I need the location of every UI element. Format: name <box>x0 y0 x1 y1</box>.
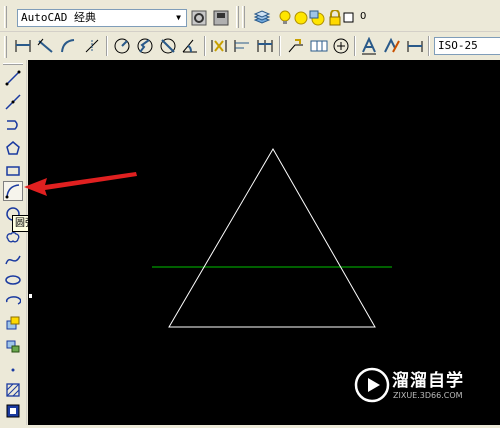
grip-point[interactable] <box>28 293 33 299</box>
dimension-style-value: ISO-25 <box>438 39 478 52</box>
aligned-dimension-icon[interactable] <box>37 37 55 55</box>
draw-toolbar <box>0 60 27 425</box>
arc-icon <box>5 184 20 199</box>
dimension-text-edit-icon[interactable] <box>383 37 401 55</box>
color-swatch-icon <box>340 9 358 27</box>
baseline-dimension-icon[interactable] <box>233 37 251 55</box>
viewport-freeze-icon[interactable] <box>308 9 326 27</box>
spline-tool-button[interactable] <box>3 250 23 270</box>
ellipse-icon <box>5 275 21 285</box>
layer-value[interactable]: 0 <box>360 11 366 22</box>
watermark-url: ZIXUE.3D66.COM <box>393 391 463 400</box>
spline-icon <box>5 255 21 265</box>
polyline-icon <box>7 120 18 130</box>
chevron-down-icon[interactable]: ▼ <box>171 10 186 26</box>
insert-block-button[interactable] <box>3 313 23 333</box>
separator <box>106 36 108 56</box>
workspace-value: AutoCAD 经典 <box>21 11 96 24</box>
polyline-tool-button[interactable] <box>3 115 23 135</box>
point-icon <box>11 368 15 372</box>
toolbar-grip[interactable] <box>242 6 245 28</box>
dimension-update-icon[interactable] <box>406 37 424 55</box>
toolbar-grip[interactable] <box>236 6 239 28</box>
quick-leader-icon[interactable] <box>287 37 305 55</box>
center-mark-icon[interactable] <box>332 37 350 55</box>
toolbar-grip[interactable] <box>3 63 23 65</box>
construction-line-button[interactable] <box>3 92 23 112</box>
dimension-edit-icon[interactable] <box>360 37 378 55</box>
separator <box>354 36 356 56</box>
diameter-dimension-icon[interactable] <box>159 37 177 55</box>
dimension-style-select[interactable]: ISO-25 <box>434 37 500 55</box>
watermark: 溜溜自学 ZIXUE.3D66.COM <box>352 358 472 412</box>
separator <box>279 36 281 56</box>
line-icon <box>5 70 21 86</box>
ordinate-dimension-icon[interactable] <box>83 37 101 55</box>
workspace-save-button[interactable] <box>212 9 230 27</box>
polygon-icon <box>6 141 20 155</box>
linear-dimension-icon[interactable] <box>14 37 32 55</box>
construction-line-icon <box>5 94 21 110</box>
play-logo-icon <box>354 367 390 403</box>
triangle[interactable] <box>168 148 376 328</box>
make-block-button[interactable] <box>3 336 23 356</box>
tolerance-icon[interactable] <box>310 37 328 55</box>
toolbar-row-2 <box>0 32 500 60</box>
watermark-title: 溜溜自学 <box>392 371 464 391</box>
ellipse-arc-icon <box>5 296 21 305</box>
gradient-icon <box>6 404 20 418</box>
continue-dimension-icon[interactable] <box>256 37 274 55</box>
angular-dimension-icon[interactable] <box>181 37 199 55</box>
ellipse-tool-button[interactable] <box>3 270 23 290</box>
layer-manager-icon[interactable] <box>253 9 271 27</box>
ellipse-arc-button[interactable] <box>3 291 23 311</box>
toolbar-row-1: AutoCAD 经典 ▼ 0 <box>0 0 500 32</box>
polygon-tool-button[interactable] <box>3 138 23 158</box>
arc-length-icon[interactable] <box>59 37 77 55</box>
hatch-tool-button[interactable] <box>3 380 23 400</box>
arc-tool-button[interactable] <box>3 181 23 201</box>
hatch-icon <box>6 383 20 397</box>
rectangle-icon <box>6 166 20 176</box>
radius-dimension-icon[interactable] <box>113 37 131 55</box>
jogged-dimension-icon[interactable] <box>136 37 154 55</box>
workspace-select[interactable]: AutoCAD 经典 ▼ <box>17 9 187 27</box>
point-tool-button[interactable] <box>3 358 23 378</box>
make-block-icon <box>6 340 20 353</box>
gradient-tool-button[interactable] <box>3 401 23 421</box>
quick-dimension-icon[interactable] <box>210 37 228 55</box>
insert-block-icon <box>6 316 20 330</box>
workspace-settings-button[interactable] <box>190 9 208 27</box>
rectangle-tool-button[interactable] <box>3 161 23 181</box>
separator <box>204 36 206 56</box>
separator <box>428 36 430 56</box>
toolbar-grip[interactable] <box>4 6 7 28</box>
toolbar-grip[interactable] <box>4 36 7 58</box>
line-tool-button[interactable] <box>3 68 23 88</box>
